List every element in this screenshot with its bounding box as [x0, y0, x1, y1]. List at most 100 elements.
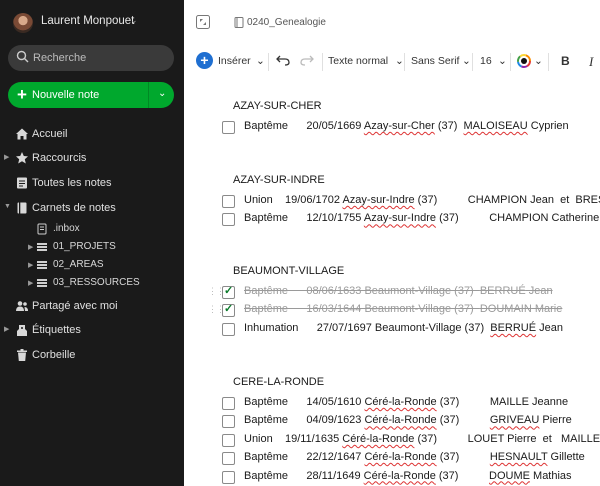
section-heading: CERE-LA-RONDE: [233, 376, 325, 388]
text-name: HESNAULT: [489, 451, 548, 464]
notebook-icon: [234, 17, 244, 28]
avatar[interactable]: [13, 13, 33, 33]
sidebar-item-raccourcis[interactable]: ▶ Raccourcis: [0, 148, 184, 168]
divider: [404, 53, 405, 71]
sidebar-item-etiquettes[interactable]: ▶ Étiquettes: [0, 320, 184, 340]
checkbox[interactable]: [222, 121, 235, 134]
text-pre: Baptême 28/11/1649: [244, 469, 364, 482]
checklist-text: Baptême 14/05/1610 Céré-la-Ronde (37) MA…: [244, 396, 568, 408]
notebook-icon: [17, 202, 27, 214]
checklist-text: Baptême 20/05/1669 Azay-sur-Cher (37) MA…: [244, 120, 569, 132]
font-size-dropdown[interactable]: 16 ⌄: [480, 43, 514, 79]
sidebar-item-carnets[interactable]: ▼ Carnets de notes: [0, 198, 184, 218]
sidebar-item-accueil[interactable]: Accueil: [0, 124, 184, 144]
caret-right-icon[interactable]: ▶: [4, 325, 9, 333]
chevron-down-icon: ⌄: [395, 55, 404, 67]
text-pre: Baptême 20/05/1669: [244, 120, 364, 132]
chevron-down-icon[interactable]: ⌄: [130, 15, 138, 26]
notebook-03-ressources[interactable]: ▶ 03_RESSOURCES: [0, 274, 184, 292]
checklist-text: Baptême 08/06/1633 Beaumont-Village (37)…: [244, 285, 553, 297]
checkbox[interactable]: [222, 302, 235, 318]
checkbox[interactable]: [222, 433, 235, 447]
text-style-value: Texte normal: [328, 55, 389, 67]
insert-button[interactable]: + Insérer ⌄: [184, 43, 266, 79]
checklist-text: Baptême 22/12/1647 Céré-la-Ronde (37) HE…: [244, 451, 585, 463]
checklist-item[interactable]: Union 19/11/1635 Céré-la-Ronde (37) LOUE…: [222, 432, 600, 450]
search-input[interactable]: Recherche: [8, 45, 174, 71]
notebook-01-projets[interactable]: ▶ 01_PROJETS: [0, 238, 184, 256]
checkbox[interactable]: [222, 284, 235, 299]
checklist-item[interactable]: Inhumation 27/07/1697 Beaumont-Village (…: [222, 321, 600, 339]
caret-right-icon[interactable]: ▶: [28, 279, 33, 287]
notes-icon: [17, 177, 27, 189]
caret-down-icon[interactable]: ▼: [4, 203, 11, 210]
text-pre: Union 19/06/1702: [244, 194, 343, 206]
checkbox[interactable]: [222, 415, 235, 429]
sidebar-item-corbeille[interactable]: Corbeille: [0, 345, 184, 365]
chevron-down-icon: ⌄: [256, 55, 265, 67]
breadcrumb-notebook[interactable]: 0240_Genealogie: [247, 17, 326, 28]
chevron-down-icon: ⌄: [534, 55, 543, 67]
new-note-button[interactable]: + Nouvelle note ⌄: [8, 82, 174, 108]
search-placeholder: Recherche: [33, 52, 87, 64]
checklist-text: Baptême 16/03/1644 Beaumont-Village (37)…: [244, 303, 562, 315]
user-name[interactable]: Laurent Monpouet: [41, 15, 134, 27]
checklist-item[interactable]: ⋮⋮Baptême 16/03/1644 Beaumont-Village (3…: [208, 302, 600, 320]
text-post: Pierre: [539, 414, 572, 427]
caret-right-icon[interactable]: ▶: [28, 261, 33, 269]
notebook-label: 02_AREAS: [53, 259, 104, 270]
caret-right-icon[interactable]: ▶: [28, 243, 33, 251]
checkbox[interactable]: [222, 213, 235, 227]
home-icon: [16, 128, 28, 140]
format-toolbar: + Insérer ⌄ Texte normal ⌄ Sans Serif ⌄ …: [184, 43, 600, 79]
expand-icon[interactable]: [196, 15, 210, 29]
checklist-item[interactable]: Baptême 04/09/1623 Céré-la-Ronde (37) GR…: [222, 413, 600, 431]
sidebar-item-toutes-les-notes[interactable]: Toutes les notes: [0, 173, 184, 193]
italic-button[interactable]: I: [589, 43, 599, 79]
checkbox[interactable]: [222, 322, 235, 336]
checklist-text: Baptême 12/10/1755 Azay-sur-Indre (37) C…: [244, 212, 599, 224]
checkbox[interactable]: [222, 397, 235, 410]
redo-button[interactable]: [300, 43, 316, 79]
checkbox[interactable]: [222, 195, 235, 208]
text-color-button[interactable]: ⌄: [517, 43, 545, 79]
trash-icon: [17, 349, 27, 361]
text-name: BERRUÉ: [479, 285, 526, 297]
text-post: LOUET Pierre et MAILLE Jeanne: [467, 432, 600, 445]
text-place: Céré-la-Ronde: [342, 432, 415, 445]
chevron-down-icon[interactable]: ⌄: [158, 88, 166, 99]
text-post: Jean: [536, 321, 563, 334]
checkbox[interactable]: [222, 470, 235, 484]
checklist-item[interactable]: Union 19/06/1702 Azay-sur-Indre (37) CHA…: [222, 193, 600, 211]
divider: [322, 53, 323, 71]
checkbox[interactable]: [222, 452, 235, 466]
notebook-02-areas[interactable]: ▶ 02_AREAS: [0, 256, 184, 274]
checklist-item[interactable]: ⋮⋮Baptême 08/06/1633 Beaumont-Village (3…: [208, 284, 600, 302]
text-mid: (37): [436, 414, 490, 427]
checklist-item[interactable]: Baptême 12/10/1755 Azay-sur-Indre (37) C…: [222, 211, 600, 229]
caret-right-icon[interactable]: ▶: [4, 153, 9, 161]
chevron-down-icon: ⌄: [498, 55, 507, 67]
checklist-item[interactable]: Baptême 20/05/1669 Azay-sur-Cher (37) MA…: [222, 119, 600, 137]
checklist-item[interactable]: Baptême 28/11/1649 Céré-la-Ronde (37) DO…: [222, 469, 600, 486]
star-icon: [16, 152, 28, 164]
text-style-dropdown[interactable]: Texte normal ⌄: [328, 43, 408, 79]
text-post: MAILLE Jeanne: [489, 396, 569, 408]
undo-button[interactable]: [276, 43, 292, 79]
divider: [148, 82, 149, 108]
divider: [510, 53, 511, 71]
sidebar-item-partage[interactable]: Partagé avec moi: [0, 296, 184, 316]
tag-icon: [17, 325, 27, 336]
plus-icon: +: [17, 85, 27, 104]
text-pre: Union 19/11/1635: [244, 432, 343, 445]
font-dropdown[interactable]: Sans Serif ⌄: [411, 43, 475, 79]
checklist-item[interactable]: Baptême 14/05/1610 Céré-la-Ronde (37) MA…: [222, 395, 600, 413]
checklist-item[interactable]: Baptême 22/12/1647 Céré-la-Ronde (37) HE…: [222, 450, 600, 468]
bold-button[interactable]: B: [561, 43, 575, 79]
text-mid: (37): [435, 469, 490, 482]
sidebar-item-label: Étiquettes: [32, 324, 81, 336]
notebook-inbox[interactable]: .inbox: [0, 220, 184, 238]
sidebar-item-label: Toutes les notes: [32, 177, 112, 189]
text-place: Céré-la-Ronde: [363, 469, 436, 482]
text-pre: Baptême 12/10/1755: [244, 212, 364, 225]
